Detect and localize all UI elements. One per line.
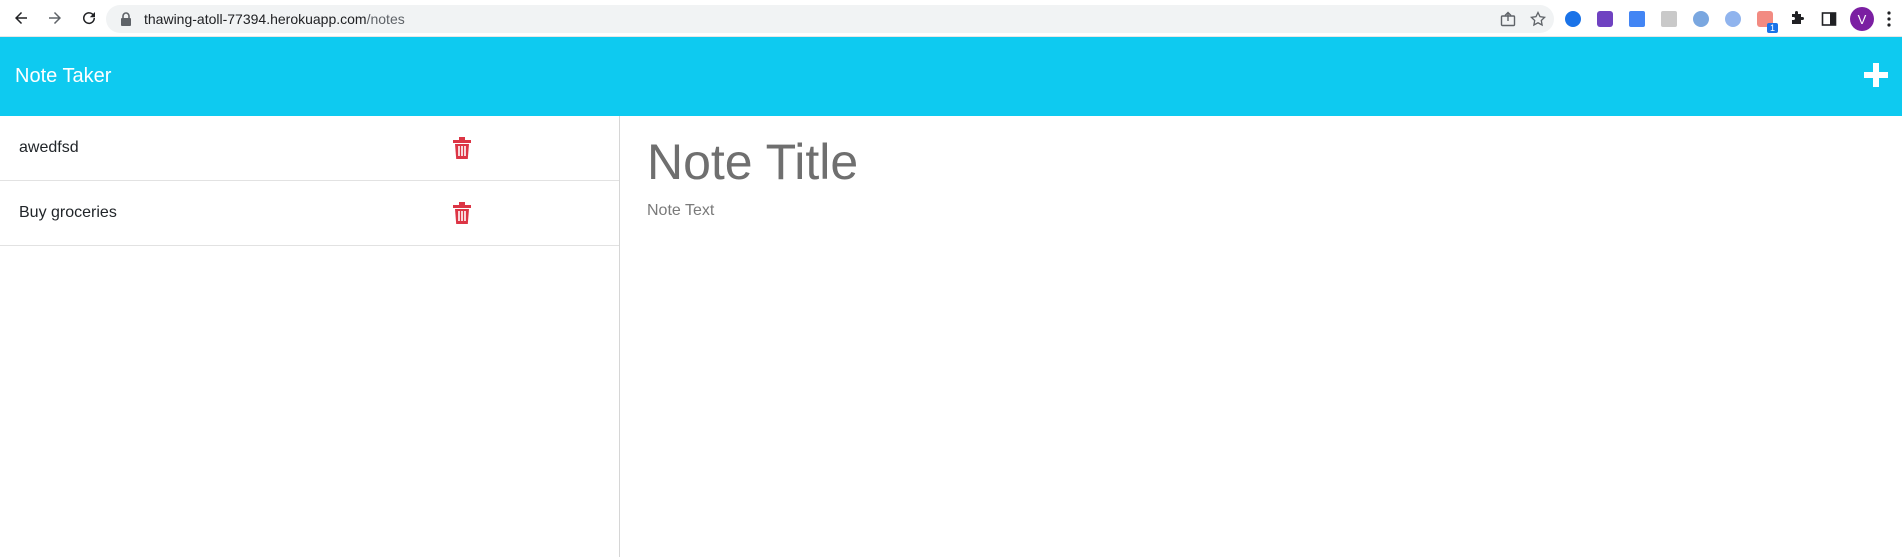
url-host: thawing-atoll-77394.herokuapp.com [144, 11, 367, 27]
extension-note-icon[interactable] [1658, 8, 1680, 30]
url-text: thawing-atoll-77394.herokuapp.com/notes [144, 11, 405, 27]
forward-button[interactable] [40, 3, 70, 33]
note-list-title[interactable]: awedfsd [19, 139, 79, 157]
main-content: awedfsd Buy groceries [0, 116, 1902, 557]
arrow-right-icon [49, 12, 61, 24]
kebab-menu-icon[interactable] [1884, 8, 1894, 30]
side-panel-icon[interactable] [1818, 8, 1840, 30]
extension-tab-icon[interactable] [1626, 8, 1648, 30]
arrow-left-icon [15, 12, 27, 24]
address-bar[interactable]: thawing-atoll-77394.herokuapp.com/notes [106, 5, 1554, 33]
url-path: /notes [366, 11, 405, 27]
plus-icon[interactable] [1862, 61, 1890, 89]
note-title-input[interactable] [647, 130, 1847, 194]
reload-icon [83, 12, 96, 25]
browser-toolbar: thawing-atoll-77394.herokuapp.com/notes … [0, 0, 1902, 37]
avatar[interactable]: V [1850, 7, 1874, 31]
trash-icon[interactable] [453, 137, 471, 159]
reload-button[interactable] [74, 3, 104, 33]
share-icon[interactable] [1500, 11, 1516, 27]
trash-icon[interactable] [453, 202, 471, 224]
puzzle-icon[interactable] [1786, 8, 1808, 30]
extension-eye-icon[interactable] [1562, 8, 1584, 30]
list-item[interactable]: Buy groceries [0, 181, 619, 246]
app-navbar: Note Taker [0, 37, 1902, 116]
extension-search-icon[interactable] [1690, 8, 1712, 30]
extension-info-icon[interactable] [1722, 8, 1744, 30]
note-list: awedfsd Buy groceries [0, 116, 620, 557]
star-icon[interactable] [1530, 11, 1546, 27]
extension-badge-count: 1 [1766, 23, 1778, 33]
lock-icon [121, 12, 131, 26]
app-title[interactable]: Note Taker [15, 65, 111, 88]
list-item[interactable]: awedfsd [0, 116, 619, 181]
note-text-input[interactable] [647, 202, 1847, 502]
note-editor [621, 116, 1902, 557]
extension-badge-icon[interactable]: 1 [1754, 8, 1778, 33]
extension-pen-icon[interactable] [1594, 8, 1616, 30]
back-button[interactable] [6, 3, 36, 33]
extensions-area: 1 V [1562, 4, 1894, 34]
note-list-title[interactable]: Buy groceries [19, 204, 117, 222]
